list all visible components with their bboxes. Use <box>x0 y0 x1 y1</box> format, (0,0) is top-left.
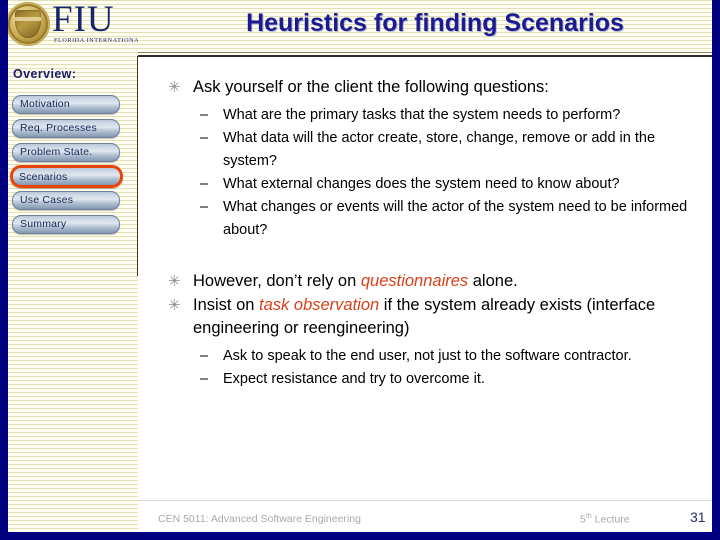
sub-bullet: – Expect resistance and try to overcome … <box>160 368 705 391</box>
university-seal-icon <box>6 2 50 46</box>
dash-bullet-icon: – <box>200 348 209 364</box>
asterisk-bullet-icon: ✳ <box>168 273 181 290</box>
dash-bullet-icon: – <box>200 130 209 146</box>
bullet-questionnaires: ✳ However, don’t rely on questionnaires … <box>160 270 705 293</box>
bullet-text: Ask yourself or the client the following… <box>193 78 549 96</box>
dash-bullet-icon: – <box>200 199 209 215</box>
bullet-text-pre: Insist on <box>193 296 260 314</box>
seal-band <box>15 17 41 21</box>
fiu-logo: FIU FLORIDA INTERNATIONAL UNIVERSITY <box>0 0 138 50</box>
dash-bullet-icon: – <box>200 176 209 192</box>
sub-bullet-text: What changes or events will the actor of… <box>223 199 688 238</box>
sub-bullet-text: Ask to speak to the end user, not just t… <box>223 348 632 364</box>
sidebar-item-label: Motivation <box>20 98 70 110</box>
dash-bullet-icon: – <box>200 371 209 387</box>
bottom-navy-rail <box>0 532 720 540</box>
footer-lecture: 5th Lecture <box>580 513 630 526</box>
sub-bullet: – What data will the actor create, store… <box>160 127 705 173</box>
sidebar-item-motivation[interactable]: Motivation <box>12 95 120 114</box>
emphasis-questionnaires: questionnaires <box>360 272 469 290</box>
footer-divider <box>138 500 712 501</box>
asterisk-bullet-icon: ✳ <box>168 79 181 96</box>
header-divider <box>138 55 712 57</box>
sidebar-item-label: Summary <box>20 218 67 230</box>
slide-canvas: FIU FLORIDA INTERNATIONAL UNIVERSITY Heu… <box>0 0 720 540</box>
footer-course: CEN 5011: Advanced Software Engineering <box>158 513 361 525</box>
sidebar-item-req-processes[interactable]: Req. Processes <box>12 119 120 138</box>
sidebar-item-use-cases[interactable]: Use Cases <box>12 191 120 210</box>
slide-body: ✳ Ask yourself or the client the followi… <box>160 76 705 391</box>
sidebar-item-problem-statement[interactable]: Problem State. <box>12 143 120 162</box>
sidebar-item-summary[interactable]: Summary <box>12 215 120 234</box>
bullet-text-post: alone. <box>468 272 518 290</box>
lecture-word: Lecture <box>591 513 630 526</box>
sidebar-divider <box>137 56 138 276</box>
emphasis-task-observation: task observation <box>259 296 380 314</box>
logo-subtitle: FLORIDA INTERNATIONAL UNIVERSITY <box>54 38 138 44</box>
sub-bullet: – What external changes does the system … <box>160 173 705 196</box>
page-number: 31 <box>690 509 706 525</box>
sidebar-item-scenarios[interactable]: Scenarios <box>10 165 123 188</box>
seal-shield-icon <box>15 10 41 38</box>
left-navy-rail <box>0 0 8 540</box>
page-title: Heuristics for finding Scenarios <box>246 9 624 37</box>
logo-wordmark: FIU <box>52 0 115 40</box>
sub-bullet-text: What data will the actor create, store, … <box>223 130 656 169</box>
bullet-text-pre: However, don’t rely on <box>193 272 361 290</box>
dash-bullet-icon: – <box>200 107 209 123</box>
sidebar-heading: Overview: <box>13 67 77 81</box>
sidebar-item-label: Req. Processes <box>20 122 97 134</box>
sub-bullet: – Ask to speak to the end user, not just… <box>160 345 705 368</box>
sub-bullet-text: What external changes does the system ne… <box>223 176 620 192</box>
sub-bullet: – What changes or events will the actor … <box>160 196 705 242</box>
bullet-lead-questions: ✳ Ask yourself or the client the followi… <box>160 76 705 99</box>
sidebar-item-label: Use Cases <box>20 194 74 206</box>
sidebar-item-label: Problem State. <box>20 146 93 158</box>
sub-bullet-text: Expect resistance and try to overcome it… <box>223 371 485 387</box>
sidebar-item-label: Scenarios <box>19 171 68 183</box>
header-divider-light <box>138 52 712 53</box>
sub-bullet: – What are the primary tasks that the sy… <box>160 104 705 127</box>
asterisk-bullet-icon: ✳ <box>168 297 181 314</box>
bullet-task-observation: ✳ Insist on task observation if the syst… <box>160 294 705 340</box>
right-navy-rail <box>712 0 720 540</box>
sub-bullet-text: What are the primary tasks that the syst… <box>223 107 621 123</box>
